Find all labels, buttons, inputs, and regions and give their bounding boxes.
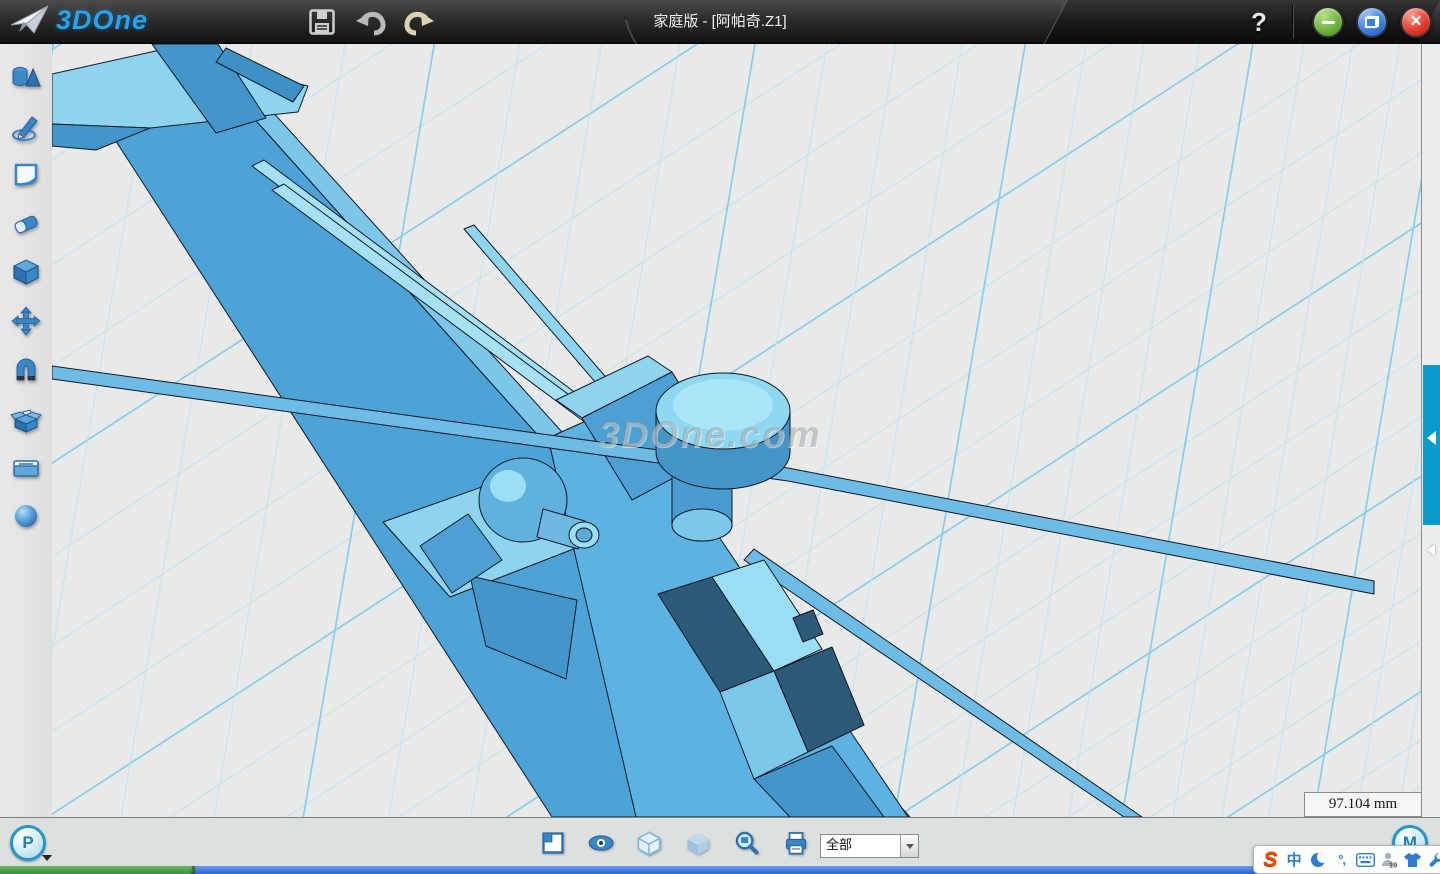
secondary-collapse-arrow-icon[interactable] <box>1427 544 1435 556</box>
material-sphere-icon <box>10 500 42 532</box>
filter-select[interactable]: 全部 <box>820 834 919 858</box>
restore-button[interactable] <box>1356 6 1388 38</box>
properties-badge[interactable]: P <box>10 825 46 861</box>
titlebar-separator <box>1292 5 1294 39</box>
visibility-button[interactable] <box>587 830 615 856</box>
redo-icon <box>403 8 435 36</box>
3done-window: 3DOne <box>0 0 1440 874</box>
collapse-arrow-icon <box>1427 431 1436 445</box>
shaded-cube-icon <box>685 830 711 856</box>
sketch-tool-button[interactable] <box>9 111 43 145</box>
close-icon: × <box>1410 12 1421 31</box>
undo-button[interactable] <box>353 6 387 38</box>
minimize-icon <box>1322 21 1335 24</box>
badge-dropdown-caret[interactable] <box>42 855 52 866</box>
fullwidth-moon-icon[interactable] <box>1308 849 1329 871</box>
titlebar: 3DOne <box>0 0 1440 45</box>
eraser-tool-button[interactable] <box>9 208 43 242</box>
redo-button[interactable] <box>401 6 435 38</box>
wireframe-cube-icon <box>636 830 662 856</box>
os-taskbar-sliver <box>0 866 1440 874</box>
scale-ruler-label: 97.104 mm <box>1304 792 1421 817</box>
left-toolbar <box>0 44 53 817</box>
titlebar-actions <box>305 6 435 38</box>
paper-plane-icon <box>10 4 50 36</box>
minimize-button[interactable] <box>1312 6 1344 38</box>
open-box-icon <box>10 403 42 435</box>
right-panel-rail <box>1421 44 1440 817</box>
datum-plane-icon <box>540 830 566 856</box>
chevron-down-icon <box>906 844 914 853</box>
toolbox-icon <box>10 451 42 483</box>
filter-select-arrow[interactable] <box>900 835 918 857</box>
sogou-logo[interactable]: S <box>1260 849 1281 871</box>
chinese-mode-icon[interactable]: 中 <box>1284 849 1305 871</box>
filter-select-value: 全部 <box>821 835 900 857</box>
save-icon <box>308 8 336 36</box>
undo-icon <box>355 8 387 36</box>
snap-tool-button[interactable] <box>9 354 43 388</box>
keyboard-icon[interactable] <box>1355 849 1376 871</box>
save-button[interactable] <box>305 6 339 38</box>
feature-cube-icon <box>10 256 42 288</box>
solids-tool-button[interactable] <box>9 62 43 96</box>
help-button[interactable]: ? <box>1244 7 1274 38</box>
zoom-lens-icon <box>734 830 760 856</box>
visibility-eye-icon <box>588 830 614 856</box>
brand-text: 3DOne <box>56 5 148 36</box>
close-button[interactable]: × <box>1400 6 1432 38</box>
sketch-pencil-icon <box>10 111 42 143</box>
toolbox-tool-button[interactable] <box>9 451 43 485</box>
panel-collapse-tab[interactable] <box>1423 365 1440 525</box>
datum-plane-button[interactable] <box>539 830 567 856</box>
print-button[interactable] <box>782 830 810 856</box>
zoom-button[interactable] <box>733 830 761 856</box>
app-logo: 3DOne <box>10 4 148 36</box>
user-icon[interactable]: 19 <box>1379 849 1400 871</box>
wireframe-mode-button[interactable] <box>635 830 663 856</box>
wrench-icon[interactable] <box>1426 849 1440 871</box>
printer-icon <box>783 830 809 856</box>
move-arrows-icon <box>10 305 42 337</box>
user-badge: 19 <box>1389 860 1397 869</box>
feature-tool-button[interactable] <box>9 256 43 290</box>
skin-tshirt-icon[interactable] <box>1403 849 1424 871</box>
bottom-toolbar: P <box>0 817 1440 867</box>
restore-icon <box>1365 16 1379 28</box>
shaded-mode-button[interactable] <box>684 830 712 856</box>
helicopter-model <box>52 44 1421 817</box>
window-controls: ? × <box>1244 0 1432 44</box>
sketch-sheet-tool-button[interactable] <box>9 159 43 193</box>
sketch-sheet-icon <box>10 159 42 191</box>
material-tool-button[interactable] <box>9 500 43 534</box>
move-tool-button[interactable] <box>9 305 43 339</box>
viewport-3d[interactable]: 3DOne.com 97.104 mm <box>52 44 1421 817</box>
assembly-tool-button[interactable] <box>9 403 43 437</box>
magnet-icon <box>10 354 42 386</box>
eraser-icon <box>10 208 42 240</box>
ime-toolbar: S 中 °, 19 <box>1253 845 1440 874</box>
solids-icon <box>10 62 42 94</box>
start-button-sliver[interactable] <box>0 866 195 874</box>
titlebar-swoosh <box>625 0 937 45</box>
punctuation-icon[interactable]: °, <box>1331 849 1352 871</box>
